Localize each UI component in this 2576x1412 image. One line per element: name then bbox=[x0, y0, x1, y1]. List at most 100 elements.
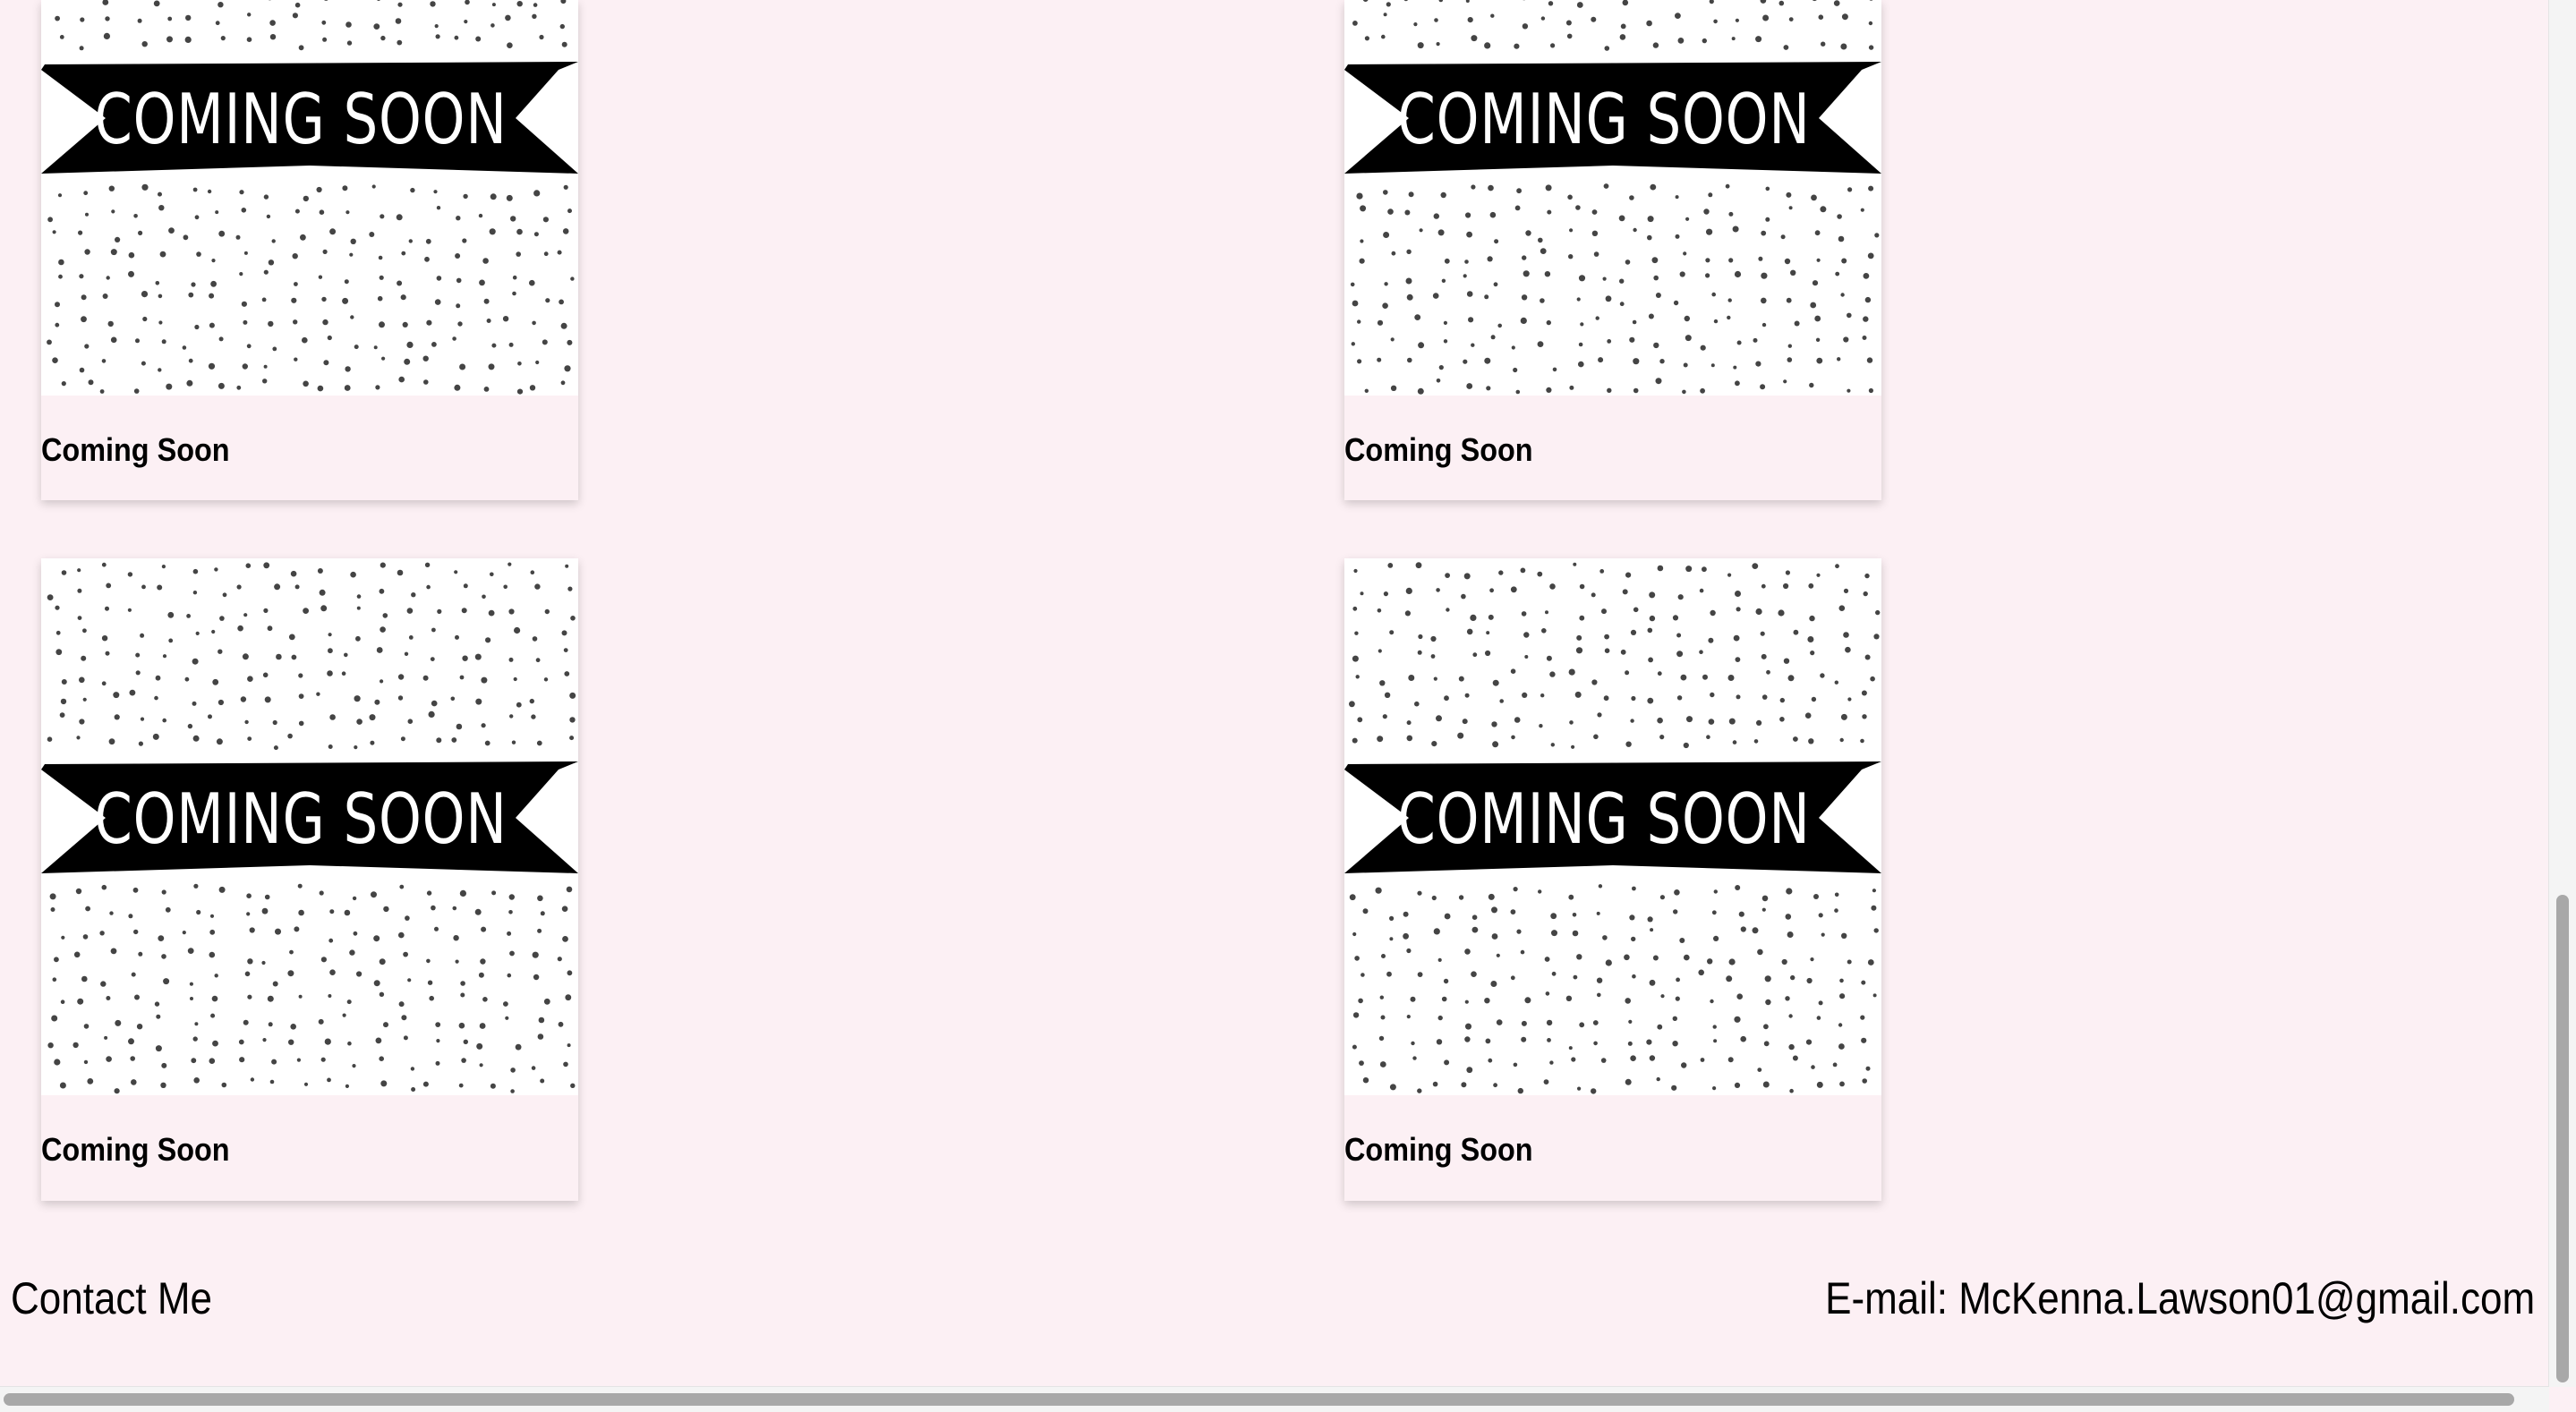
dot-pattern bbox=[1683, 362, 1688, 368]
dot-pattern bbox=[1762, 1081, 1770, 1088]
dot-pattern bbox=[1811, 1065, 1815, 1069]
dot-pattern bbox=[1755, 608, 1762, 616]
dot-pattern bbox=[1866, 357, 1873, 363]
dot-pattern bbox=[1434, 18, 1438, 22]
dot-pattern bbox=[379, 321, 385, 328]
dot-pattern bbox=[1816, 573, 1821, 577]
vertical-scrollbar-thumb[interactable] bbox=[2556, 895, 2569, 1382]
dot-pattern bbox=[490, 193, 497, 200]
project-card[interactable]: COMING SOON Coming Soon bbox=[41, 0, 578, 500]
dot-pattern bbox=[1702, 674, 1708, 680]
dot-pattern bbox=[1761, 653, 1767, 659]
dot-pattern bbox=[1652, 955, 1659, 961]
dot-pattern bbox=[1604, 634, 1609, 640]
coming-soon-image[interactable]: COMING SOON bbox=[1344, 558, 1881, 1095]
coming-soon-image[interactable]: COMING SOON bbox=[41, 0, 578, 396]
dot-pattern bbox=[1516, 188, 1522, 194]
dot-pattern bbox=[1417, 1088, 1422, 1093]
dot-pattern bbox=[509, 714, 514, 719]
horizontal-scrollbar[interactable] bbox=[0, 1386, 2549, 1412]
dot-pattern bbox=[219, 616, 225, 621]
dot-pattern bbox=[516, 388, 524, 395]
dot-pattern bbox=[398, 1001, 405, 1008]
dot-pattern bbox=[350, 571, 356, 578]
dot-pattern bbox=[276, 653, 282, 660]
dot-pattern bbox=[1779, 697, 1785, 703]
project-card[interactable]: COMING SOON Coming Soon bbox=[1344, 558, 1881, 1201]
dot-pattern bbox=[1726, 975, 1733, 982]
dot-pattern bbox=[1671, 1085, 1677, 1091]
dot-pattern bbox=[1569, 720, 1574, 725]
dot-pattern bbox=[1381, 34, 1386, 39]
dot-pattern bbox=[381, 356, 386, 361]
dot-pattern bbox=[1356, 192, 1363, 200]
dot-pattern bbox=[1438, 365, 1444, 370]
dot-pattern bbox=[516, 251, 521, 257]
coming-soon-image[interactable]: COMING SOON bbox=[41, 558, 578, 1095]
dot-pattern bbox=[1630, 629, 1637, 635]
dot-pattern bbox=[490, 23, 495, 28]
vertical-scrollbar[interactable] bbox=[2548, 0, 2576, 1387]
dot-pattern bbox=[136, 1024, 143, 1030]
horizontal-scrollbar-thumb[interactable] bbox=[4, 1393, 2514, 1406]
dot-pattern bbox=[329, 969, 336, 975]
dot-pattern bbox=[297, 883, 303, 889]
dot-pattern bbox=[490, 1083, 496, 1089]
dot-pattern bbox=[1872, 889, 1876, 893]
dot-pattern bbox=[1860, 208, 1864, 212]
dot-pattern bbox=[1379, 1061, 1386, 1068]
dot-pattern bbox=[1544, 271, 1551, 277]
dot-pattern bbox=[1872, 993, 1877, 998]
dot-pattern bbox=[1710, 609, 1716, 617]
dot-pattern bbox=[77, 588, 82, 593]
dot-pattern bbox=[291, 297, 297, 303]
dot-pattern bbox=[192, 658, 199, 665]
dot-pattern bbox=[1684, 315, 1690, 322]
dot-pattern bbox=[298, 994, 303, 999]
dot-pattern bbox=[424, 562, 431, 567]
dot-pattern bbox=[1349, 894, 1356, 901]
dot-pattern bbox=[294, 584, 300, 590]
dot-pattern bbox=[1513, 367, 1518, 373]
dot-pattern bbox=[1406, 735, 1413, 742]
dot-pattern bbox=[1443, 339, 1448, 344]
dot-pattern bbox=[75, 888, 82, 895]
dot-pattern bbox=[328, 744, 333, 749]
dot-pattern bbox=[1839, 1081, 1845, 1087]
dot-pattern bbox=[1834, 908, 1838, 913]
dot-pattern bbox=[1864, 654, 1871, 660]
dot-pattern bbox=[141, 41, 148, 47]
dot-pattern bbox=[1591, 592, 1596, 598]
dot-pattern bbox=[1580, 322, 1584, 327]
dot-pattern bbox=[81, 975, 88, 982]
dot-pattern bbox=[1596, 977, 1603, 983]
dot-pattern bbox=[1627, 1041, 1633, 1046]
dot-pattern bbox=[1816, 1081, 1823, 1088]
dot-pattern bbox=[298, 673, 303, 678]
dot-pattern bbox=[1873, 928, 1879, 933]
coming-soon-image[interactable]: COMING SOON bbox=[1344, 0, 1881, 396]
dot-pattern bbox=[1653, 342, 1659, 349]
project-card[interactable]: COMING SOON Coming Soon bbox=[41, 558, 578, 1201]
dot-pattern bbox=[186, 614, 192, 618]
project-card[interactable]: COMING SOON Coming Soon bbox=[1344, 0, 1881, 500]
dot-pattern bbox=[1680, 674, 1687, 681]
dot-pattern bbox=[1379, 995, 1384, 999]
dot-pattern bbox=[344, 652, 348, 658]
dot-pattern bbox=[76, 736, 81, 740]
dot-pattern bbox=[506, 194, 513, 201]
dot-pattern bbox=[1647, 916, 1653, 923]
dot-pattern bbox=[1605, 295, 1612, 302]
contact-email-link[interactable]: E-mail: McKenna.Lawson01@gmail.com bbox=[1825, 1272, 2535, 1324]
dot-pattern bbox=[1810, 651, 1815, 656]
dot-pattern bbox=[1382, 302, 1388, 310]
dot-pattern bbox=[1752, 563, 1759, 569]
dot-pattern bbox=[318, 1018, 324, 1025]
dot-pattern bbox=[1440, 191, 1446, 199]
dot-pattern bbox=[344, 909, 351, 916]
dot-pattern bbox=[1684, 954, 1690, 961]
dot-pattern bbox=[47, 1042, 54, 1049]
dot-pattern bbox=[345, 1084, 349, 1088]
dot-pattern bbox=[1464, 999, 1469, 1004]
dot-pattern bbox=[1713, 935, 1719, 941]
